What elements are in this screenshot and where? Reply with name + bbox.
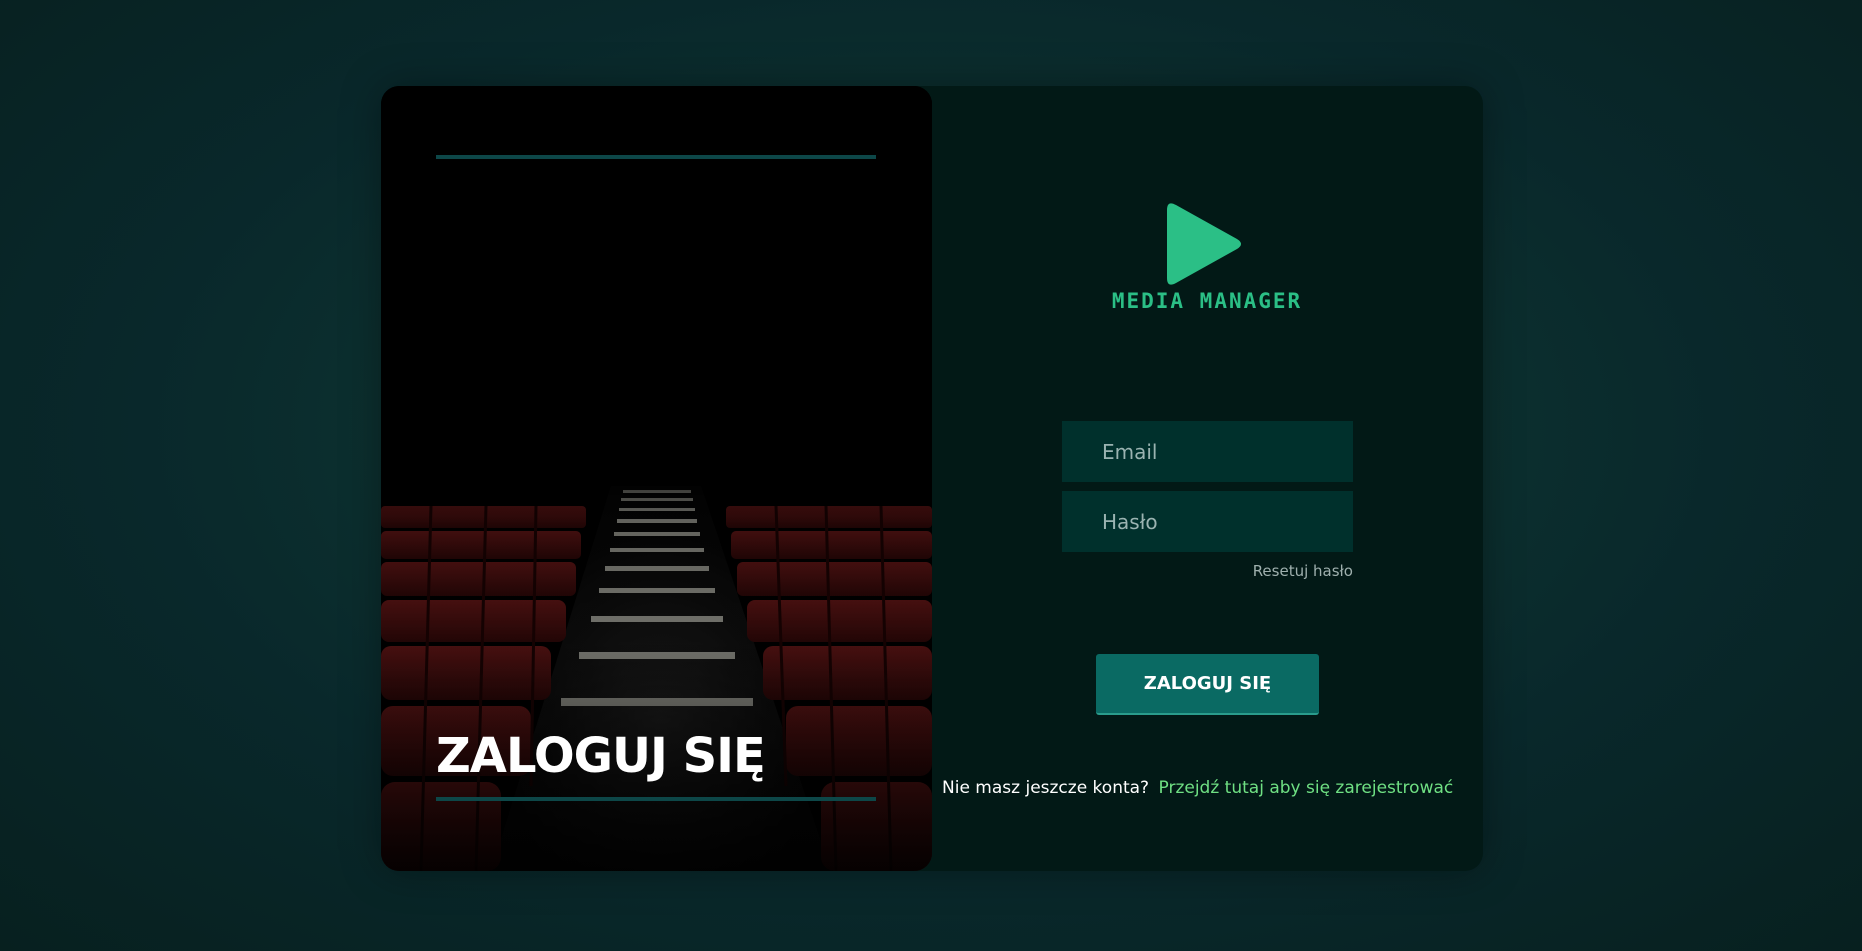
decorative-line-top: [436, 155, 876, 159]
decorative-line-bottom: [436, 797, 876, 801]
register-text: Nie masz jeszcze konta?: [942, 778, 1150, 798]
logo-text: MEDIA MANAGER: [1111, 289, 1303, 313]
register-link[interactable]: Przejdź tutaj aby się zarejestrować: [1159, 778, 1454, 798]
email-input[interactable]: [1062, 421, 1353, 482]
reset-password-link[interactable]: Resetuj hasło: [1253, 562, 1353, 580]
login-form-panel: MEDIA MANAGER Resetuj hasło ZALOGUJ SIĘ …: [932, 86, 1483, 871]
cinema-photo-panel: ZALOGUJ SIĘ: [381, 86, 932, 871]
play-icon: [1167, 203, 1241, 285]
panel-title: ZALOGUJ SIĘ: [436, 728, 766, 784]
login-card: ZALOGUJ SIĘ MEDIA MANAGER Resetuj hasło …: [381, 86, 1483, 871]
password-input[interactable]: [1062, 491, 1353, 552]
media-manager-logo: MEDIA MANAGER: [1097, 196, 1317, 316]
login-button[interactable]: ZALOGUJ SIĘ: [1096, 654, 1319, 715]
register-prompt: Nie masz jeszcze konta? Przejdź tutaj ab…: [942, 778, 1483, 798]
